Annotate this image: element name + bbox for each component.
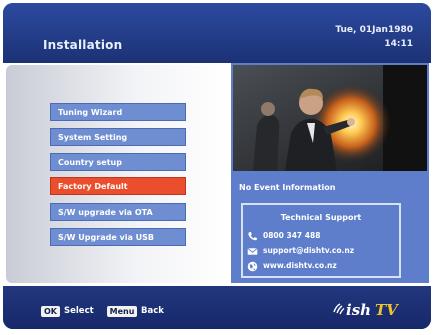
menu-item-system-setting[interactable]: System Setting	[50, 128, 186, 146]
video-frame-image	[233, 65, 427, 171]
menu-item-factory-default[interactable]: Factory Default	[50, 177, 186, 195]
date-label: Tue, 01Jan1980	[335, 25, 413, 35]
ok-key-badge[interactable]: OK	[41, 306, 60, 317]
support-phone-row: 0800 347 488	[247, 230, 320, 242]
footer-bar: OK Select Menu Back ish TV	[3, 286, 431, 329]
envelope-icon	[247, 247, 258, 255]
dishtv-logo: ish TV	[333, 301, 399, 319]
phone-icon	[248, 231, 258, 240]
menu-item-sw-upgrade-usb[interactable]: S/W Upgrade via USB	[50, 228, 186, 246]
globe-icon	[247, 261, 258, 271]
support-web: www.dishtv.co.nz	[263, 261, 337, 270]
svg-text:TV: TV	[375, 301, 399, 319]
installation-screen: Installation Tue, 01Jan1980 14:11 Tuning…	[3, 3, 431, 329]
svg-text:ish: ish	[346, 301, 371, 319]
menu-key-badge[interactable]: Menu	[107, 306, 137, 317]
tv-screen: Installation Tue, 01Jan1980 14:11 Tuning…	[0, 0, 440, 335]
menu-panel: Tuning Wizard System Setting Country set…	[6, 65, 227, 283]
support-email: support@dishtv.co.nz	[263, 246, 355, 255]
support-web-row: www.dishtv.co.nz	[247, 260, 337, 272]
info-panel: No Event Information Technical Support 0…	[231, 63, 429, 283]
header-bar: Installation Tue, 01Jan1980 14:11	[3, 3, 431, 63]
menu-item-country-setup[interactable]: Country setup	[50, 153, 186, 171]
video-preview	[233, 65, 427, 171]
event-info-text: No Event Information	[239, 183, 336, 192]
time-label: 14:11	[384, 39, 413, 49]
technical-support-box: Technical Support 0800 347 488 support@d…	[241, 203, 401, 278]
menu-hint-label: Back	[141, 306, 164, 316]
support-email-row: support@dishtv.co.nz	[247, 245, 354, 257]
menu-item-sw-upgrade-ota[interactable]: S/W upgrade via OTA	[50, 203, 186, 221]
ok-hint-label: Select	[64, 306, 94, 316]
support-title: Technical Support	[280, 213, 362, 222]
date-time: Tue, 01Jan1980 14:11	[335, 23, 413, 51]
support-phone: 0800 347 488	[263, 231, 321, 240]
menu-item-tuning-wizard[interactable]: Tuning Wizard	[50, 103, 186, 121]
page-title: Installation	[43, 38, 123, 52]
content-area: Tuning Wizard System Setting Country set…	[3, 63, 431, 286]
